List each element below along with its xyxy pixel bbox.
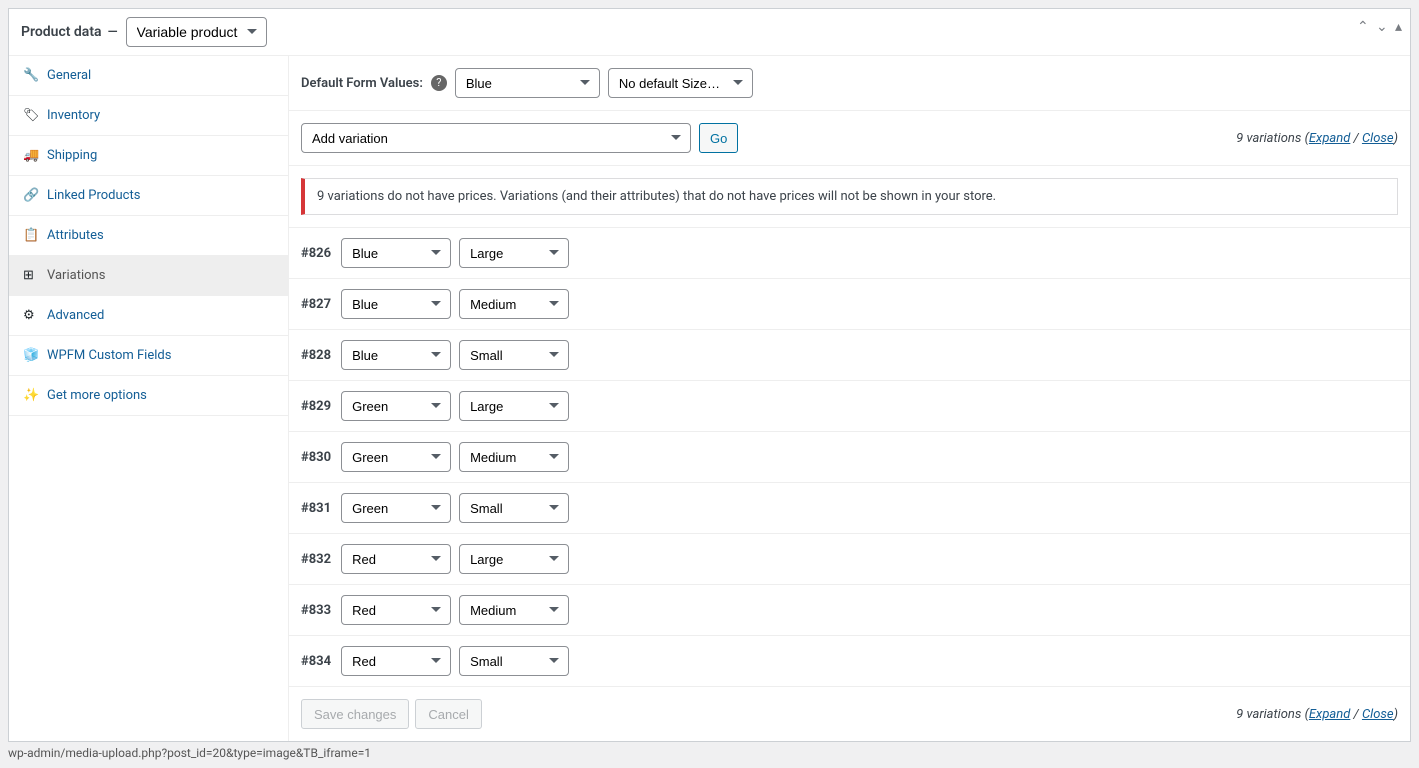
panel-header: Product data — Variable product ⌃ ⌄ ▴ xyxy=(9,9,1410,56)
close-link-bottom[interactable]: Close xyxy=(1362,707,1394,722)
variation-id: #826 xyxy=(301,246,331,261)
variation-id: #832 xyxy=(301,552,331,567)
variation-size-select[interactable]: LargeMediumSmall xyxy=(459,595,569,625)
tab-label: Attributes xyxy=(47,228,104,243)
panel-title: Product data xyxy=(21,24,102,40)
title-separator: — xyxy=(108,25,118,40)
tab-shipping[interactable]: 🚚 Shipping xyxy=(9,136,288,176)
tab-label: Advanced xyxy=(47,308,104,323)
variation-id: #831 xyxy=(301,501,331,516)
variation-color-select[interactable]: BlueGreenRed xyxy=(341,340,451,370)
variation-id: #829 xyxy=(301,399,331,414)
tab-linked-products[interactable]: 🔗 Linked Products xyxy=(9,176,288,216)
variation-row[interactable]: #832 BlueGreenRed LargeMediumSmall xyxy=(289,534,1410,585)
variation-size-select[interactable]: LargeMediumSmall xyxy=(459,544,569,574)
variation-row[interactable]: #829 BlueGreenRed LargeMediumSmall xyxy=(289,381,1410,432)
tab-label: Get more options xyxy=(47,388,147,403)
product-data-tabs: 🔧 General 🏷 Inventory 🚚 Shipping 🔗 Linked Produ… xyxy=(9,56,289,741)
product-type-select[interactable]: Variable product xyxy=(126,17,267,47)
variation-color-select[interactable]: BlueGreenRed xyxy=(341,238,451,268)
gear-icon: ⚙ xyxy=(23,308,41,323)
tab-variations[interactable]: ⊞ Variations xyxy=(9,256,288,296)
expand-link-bottom[interactable]: Expand xyxy=(1309,707,1350,722)
cube-icon: 🧊 xyxy=(23,348,41,363)
variation-id: #834 xyxy=(301,654,331,669)
variation-row[interactable]: #827 BlueGreenRed LargeMediumSmall xyxy=(289,279,1410,330)
variation-color-select[interactable]: BlueGreenRed xyxy=(341,595,451,625)
tab-label: Inventory xyxy=(47,108,100,123)
variation-row[interactable]: #831 BlueGreenRed LargeMediumSmall xyxy=(289,483,1410,534)
variations-footer: Save changes Cancel 9 variations (Expand… xyxy=(289,687,1410,741)
variation-row[interactable]: #828 BlueGreenRed LargeMediumSmall xyxy=(289,330,1410,381)
tab-get-more-options[interactable]: ✨ Get more options xyxy=(9,376,288,416)
tag-icon: 🏷 xyxy=(23,108,41,123)
tab-label: Linked Products xyxy=(47,188,140,203)
variation-size-select[interactable]: LargeMediumSmall xyxy=(459,391,569,421)
default-form-label: Default Form Values: xyxy=(301,76,423,91)
save-changes-button[interactable]: Save changes xyxy=(301,699,409,729)
tab-general[interactable]: 🔧 General xyxy=(9,56,288,96)
variation-id: #833 xyxy=(301,603,331,618)
variation-id: #827 xyxy=(301,297,331,312)
variation-color-select[interactable]: BlueGreenRed xyxy=(341,646,451,676)
variation-size-select[interactable]: LargeMediumSmall xyxy=(459,289,569,319)
tab-label: Variations xyxy=(47,268,105,283)
tab-advanced[interactable]: ⚙ Advanced xyxy=(9,296,288,336)
variation-color-select[interactable]: BlueGreenRed xyxy=(341,544,451,574)
variation-size-select[interactable]: LargeMediumSmall xyxy=(459,238,569,268)
default-color-select[interactable]: Blue xyxy=(455,68,600,98)
tab-wpfm-custom-fields[interactable]: 🧊 WPFM Custom Fields xyxy=(9,336,288,376)
list-icon: 📋 xyxy=(23,228,41,243)
variation-row[interactable]: #826 BlueGreenRed LargeMediumSmall xyxy=(289,228,1410,279)
browser-status-bar: wp-admin/media-upload.php?post_id=20&typ… xyxy=(8,742,1411,760)
tab-label: WPFM Custom Fields xyxy=(47,348,171,363)
variation-size-select[interactable]: LargeMediumSmall xyxy=(459,442,569,472)
variations-count-top: 9 variations (Expand / Close) xyxy=(1236,131,1398,146)
default-form-values-toolbar: Default Form Values: ? Blue No default S… xyxy=(289,56,1410,111)
variation-row[interactable]: #834 BlueGreenRed LargeMediumSmall xyxy=(289,636,1410,687)
variation-actions-row: Add variation Go 9 variations (Expand / … xyxy=(289,111,1410,166)
product-data-panel: Product data — Variable product ⌃ ⌄ ▴ 🔧 G… xyxy=(8,8,1411,742)
go-button[interactable]: Go xyxy=(699,123,738,153)
help-icon[interactable]: ? xyxy=(431,75,447,91)
variation-row[interactable]: #830 BlueGreenRed LargeMediumSmall xyxy=(289,432,1410,483)
variation-size-select[interactable]: LargeMediumSmall xyxy=(459,340,569,370)
variation-row[interactable]: #833 BlueGreenRed LargeMediumSmall xyxy=(289,585,1410,636)
panel-down-icon[interactable]: ⌄ xyxy=(1376,19,1388,35)
variations-content: Default Form Values: ? Blue No default S… xyxy=(289,56,1410,741)
tab-label: General xyxy=(47,68,91,83)
variation-id: #830 xyxy=(301,450,331,465)
wrench-icon: 🔧 xyxy=(23,68,41,83)
variation-size-select[interactable]: LargeMediumSmall xyxy=(459,493,569,523)
tab-inventory[interactable]: 🏷 Inventory xyxy=(9,96,288,136)
panel-toggle-icon[interactable]: ▴ xyxy=(1395,19,1402,35)
grid-icon: ⊞ xyxy=(23,268,41,283)
variation-color-select[interactable]: BlueGreenRed xyxy=(341,289,451,319)
variation-id: #828 xyxy=(301,348,331,363)
expand-link[interactable]: Expand xyxy=(1309,131,1350,146)
price-warning-notice: 9 variations do not have prices. Variati… xyxy=(301,178,1398,215)
variation-size-select[interactable]: LargeMediumSmall xyxy=(459,646,569,676)
wand-icon: ✨ xyxy=(23,388,41,403)
tab-attributes[interactable]: 📋 Attributes xyxy=(9,216,288,256)
cancel-button[interactable]: Cancel xyxy=(415,699,481,729)
truck-icon: 🚚 xyxy=(23,148,41,163)
tab-label: Shipping xyxy=(47,148,97,163)
variation-color-select[interactable]: BlueGreenRed xyxy=(341,442,451,472)
variation-color-select[interactable]: BlueGreenRed xyxy=(341,391,451,421)
panel-up-icon[interactable]: ⌃ xyxy=(1357,19,1369,35)
variation-color-select[interactable]: BlueGreenRed xyxy=(341,493,451,523)
variation-action-select[interactable]: Add variation xyxy=(301,123,691,153)
close-link[interactable]: Close xyxy=(1362,131,1394,146)
link-icon: 🔗 xyxy=(23,188,41,203)
variations-list: #826 BlueGreenRed LargeMediumSmall #827 Blue… xyxy=(289,228,1410,687)
variations-count-bottom: 9 variations (Expand / Close) xyxy=(1236,707,1398,722)
default-size-select[interactable]: No default Size… xyxy=(608,68,753,98)
